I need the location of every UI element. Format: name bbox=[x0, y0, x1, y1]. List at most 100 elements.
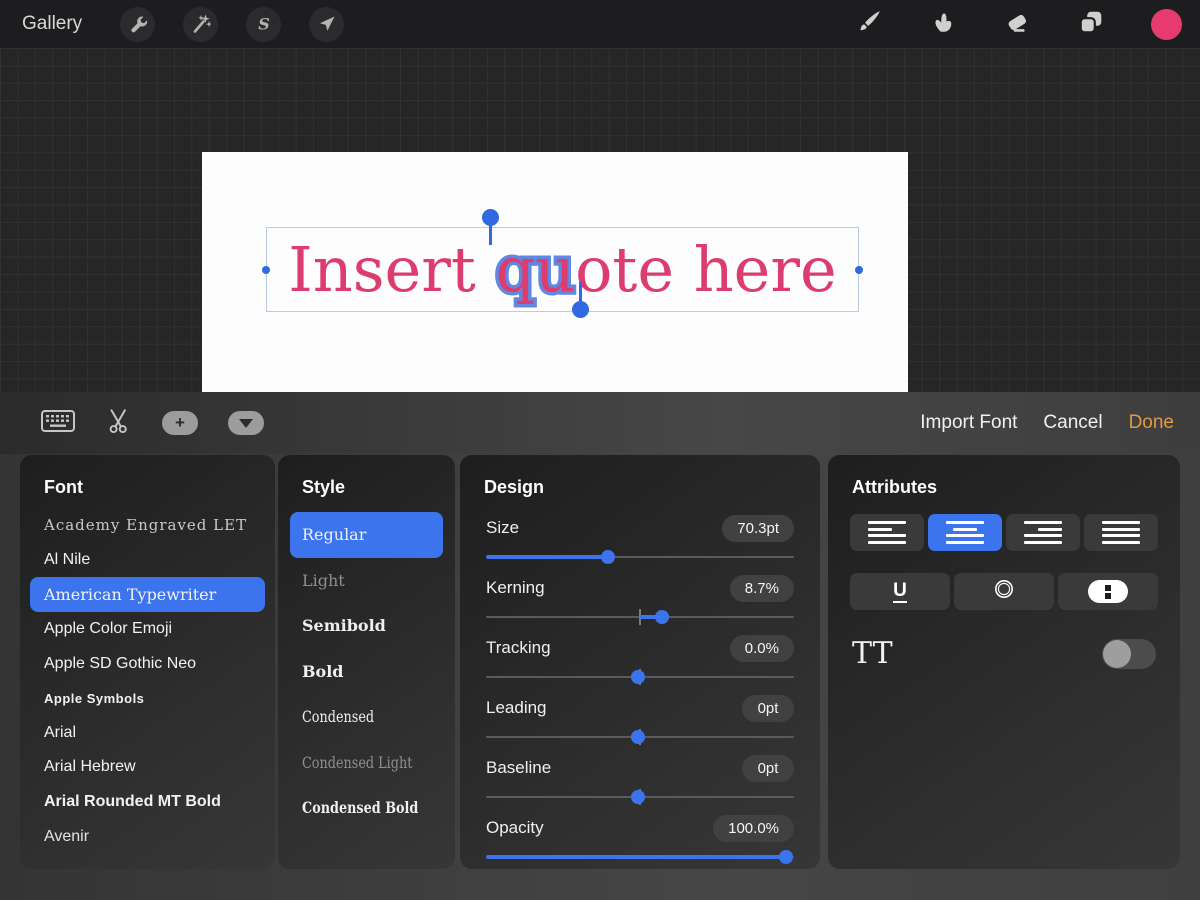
text-toolbar-left: + bbox=[0, 407, 264, 440]
font-item[interactable]: Arial Hebrew bbox=[30, 750, 265, 785]
slider-knob[interactable] bbox=[631, 730, 646, 744]
font-item[interactable]: Apple SD Gothic Neo bbox=[30, 646, 265, 681]
cancel-button[interactable]: Cancel bbox=[1043, 412, 1102, 434]
underline-button[interactable]: U bbox=[850, 573, 950, 610]
layers-icon bbox=[1078, 9, 1104, 40]
baseline-value[interactable]: 0pt bbox=[742, 754, 794, 782]
wrench-icon bbox=[128, 14, 148, 34]
collapse-panel-button[interactable] bbox=[228, 411, 264, 435]
slider-knob[interactable] bbox=[601, 550, 616, 564]
style-item[interactable]: Condensed Light bbox=[290, 740, 443, 786]
style-item[interactable]: Light bbox=[290, 558, 443, 604]
tracking-value[interactable]: 0.0% bbox=[729, 634, 794, 662]
slider-knob[interactable] bbox=[631, 670, 646, 684]
baseline-row: Baseline 0pt bbox=[486, 752, 794, 812]
transform-button[interactable] bbox=[309, 6, 345, 42]
toggle-knob[interactable] bbox=[1103, 639, 1131, 668]
smudge-finger-icon bbox=[930, 9, 956, 40]
font-panel-title: Font bbox=[44, 477, 83, 497]
color-swatch[interactable] bbox=[1151, 8, 1182, 40]
font-item[interactable]: Arial Rounded MT Bold bbox=[30, 785, 265, 820]
style-list: Regular Light Semibold Bold Condensed Co… bbox=[278, 512, 455, 831]
align-right-icon bbox=[1024, 521, 1062, 544]
style-item[interactable]: Semibold bbox=[290, 603, 443, 649]
eraser-icon bbox=[1004, 9, 1030, 40]
tt-label: TT bbox=[852, 636, 893, 671]
top-toolbar-right bbox=[855, 8, 1200, 40]
scissors-button[interactable] bbox=[106, 407, 132, 440]
opacity-row: Opacity 100.0% bbox=[486, 812, 794, 872]
size-row: Size 70.3pt bbox=[486, 512, 794, 572]
adjustments-button[interactable] bbox=[183, 6, 219, 42]
procreate-text-editor: Gallery S Insert quote here + Import Fon… bbox=[0, 0, 1200, 900]
opacity-value[interactable]: 100.0% bbox=[713, 814, 794, 842]
leading-row: Leading 0pt bbox=[486, 692, 794, 752]
brush-tool[interactable] bbox=[855, 10, 883, 38]
selection-right-handle[interactable] bbox=[855, 265, 863, 274]
font-item[interactable]: Apple Symbols bbox=[30, 681, 265, 716]
style-item[interactable]: Condensed bbox=[290, 694, 443, 740]
font-item[interactable]: Academy Engraved LET bbox=[30, 508, 265, 543]
artboard[interactable]: Insert quote here bbox=[202, 152, 908, 392]
justify-button[interactable] bbox=[1084, 514, 1158, 551]
font-item[interactable]: Apple Color Emoji bbox=[30, 612, 265, 647]
justify-icon bbox=[1102, 521, 1140, 544]
opacity-label: Opacity bbox=[486, 818, 544, 837]
outline-button[interactable] bbox=[954, 573, 1054, 610]
kerning-slider[interactable] bbox=[486, 604, 794, 630]
leading-value[interactable]: 0pt bbox=[742, 694, 794, 722]
leading-slider[interactable] bbox=[486, 724, 794, 750]
eraser-tool[interactable] bbox=[1003, 10, 1031, 38]
add-text-button[interactable]: + bbox=[162, 411, 198, 435]
vertical-text-icon bbox=[1088, 580, 1128, 603]
font-item-selected[interactable]: American Typewriter bbox=[30, 577, 265, 612]
size-value[interactable]: 70.3pt bbox=[722, 514, 794, 542]
font-item[interactable]: Arial bbox=[30, 716, 265, 751]
text-before-selection: Insert bbox=[288, 233, 496, 306]
canvas-text[interactable]: Insert quote here bbox=[267, 228, 858, 311]
pin-knob[interactable] bbox=[572, 301, 589, 318]
baseline-label: Baseline bbox=[486, 758, 552, 777]
done-button[interactable]: Done bbox=[1129, 412, 1174, 434]
kerning-row: Kerning 8.7% bbox=[486, 572, 794, 632]
kerning-value[interactable]: 8.7% bbox=[729, 574, 794, 602]
slider-knob[interactable] bbox=[631, 790, 646, 804]
slider-knob[interactable] bbox=[654, 610, 669, 624]
plus-icon: + bbox=[175, 413, 185, 432]
layers-tool[interactable] bbox=[1077, 10, 1105, 38]
actions-button[interactable] bbox=[120, 6, 156, 42]
font-item[interactable]: Avenir bbox=[30, 819, 265, 854]
import-font-button[interactable]: Import Font bbox=[920, 412, 1017, 434]
keyboard-button[interactable] bbox=[40, 408, 76, 439]
text-selection-box[interactable]: Insert quote here bbox=[262, 227, 863, 312]
selection-left-handle[interactable] bbox=[262, 265, 270, 274]
style-item[interactable]: Bold bbox=[290, 649, 443, 695]
baseline-slider[interactable] bbox=[486, 784, 794, 810]
alignment-buttons bbox=[850, 514, 1158, 551]
arrow-cursor-icon bbox=[317, 14, 337, 34]
selection-button[interactable]: S bbox=[246, 6, 282, 42]
opacity-slider[interactable] bbox=[486, 844, 794, 870]
selection-s-icon: S bbox=[254, 14, 274, 34]
gallery-button[interactable]: Gallery bbox=[22, 13, 82, 35]
underline-icon: U bbox=[893, 580, 907, 603]
vertical-text-button[interactable] bbox=[1058, 573, 1158, 610]
canvas-workspace[interactable]: Insert quote here bbox=[0, 48, 1200, 392]
size-slider[interactable] bbox=[486, 544, 794, 570]
typography-panels: Font Academy Engraved LET Al Nile Americ… bbox=[0, 454, 1200, 900]
align-left-button[interactable] bbox=[850, 514, 924, 551]
size-label: Size bbox=[486, 518, 520, 537]
align-center-button[interactable] bbox=[928, 514, 1002, 551]
style-panel: Style Regular Light Semibold Bold Conden… bbox=[278, 455, 455, 869]
slider-knob[interactable] bbox=[778, 850, 793, 864]
attributes-panel-title: Attributes bbox=[852, 477, 937, 497]
tt-toggle[interactable] bbox=[1102, 638, 1156, 669]
smudge-tool[interactable] bbox=[929, 10, 957, 38]
attributes-panel: Attributes U TT bbox=[828, 455, 1180, 869]
tracking-slider[interactable] bbox=[486, 664, 794, 690]
font-list: Academy Engraved LET Al Nile American Ty… bbox=[20, 508, 275, 854]
style-item-selected[interactable]: Regular bbox=[290, 512, 443, 558]
align-right-button[interactable] bbox=[1006, 514, 1080, 551]
font-item[interactable]: Al Nile bbox=[30, 543, 265, 578]
style-item[interactable]: Condensed Bold bbox=[290, 785, 443, 831]
